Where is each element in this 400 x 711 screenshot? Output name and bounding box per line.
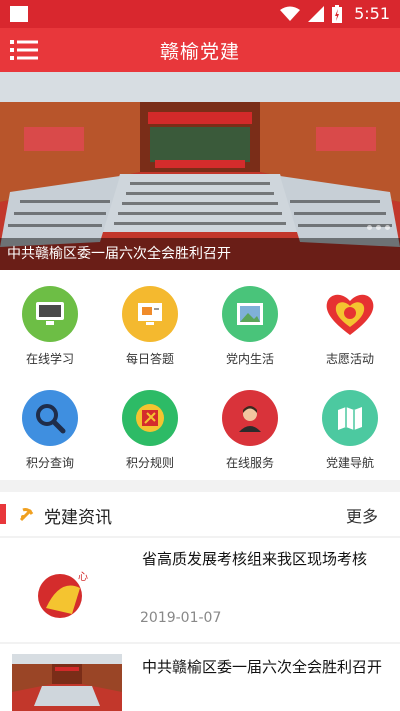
section-accent-bar: [0, 504, 6, 524]
status-bar: 5:51: [0, 0, 400, 28]
grid-item-label: 党建导航: [325, 456, 374, 470]
picture-icon: [237, 303, 263, 325]
news-thumbnail: [12, 654, 122, 711]
svg-text:心: 心: [78, 571, 88, 583]
news-headline: 省高质发展考核组来我区现场考核: [142, 550, 368, 568]
grid-item-label: 志愿活动: [325, 352, 374, 366]
map-icon: [338, 407, 362, 430]
banner-caption: 中共赣榆区委一届六次全会胜利召开: [0, 238, 400, 270]
banner-carousel[interactable]: 中共赣榆区委一届六次全会胜利召开: [0, 72, 400, 270]
grid-item-daily-quiz[interactable]: 每日答题: [100, 270, 200, 374]
carousel-indicator: [367, 225, 390, 230]
app-bar: 赣榆党建: [0, 28, 400, 72]
grid-item-label: 在线学习: [25, 352, 74, 366]
grid-item-volunteer[interactable]: 志愿活动: [300, 270, 400, 374]
function-grid: 在线学习 每日答题 党内生活 志愿活动 积分查询 积分规则 在线服务 党建导航: [0, 270, 400, 480]
grid-item-party-life[interactable]: 党内生活: [200, 270, 300, 374]
grid-item-points-rules[interactable]: 积分规则: [100, 374, 200, 478]
heart-emblem-icon: [326, 294, 374, 335]
notification-icon: [10, 6, 28, 22]
app-title: 赣榆党建: [159, 41, 240, 63]
quiz-icon: [138, 303, 162, 325]
computer-icon: [36, 302, 64, 325]
news-section-header: 党建资讯 更多: [0, 492, 400, 536]
agent-icon: [239, 406, 261, 432]
grid-item-online-study[interactable]: 在线学习: [0, 270, 100, 374]
grid-item-label: 每日答题: [125, 352, 174, 366]
signal-icon: [308, 6, 324, 22]
grid-item-label: 积分规则: [125, 456, 174, 470]
grid-item-online-service[interactable]: 在线服务: [200, 374, 300, 478]
grid-item-label: 党内生活: [225, 352, 274, 366]
news-headline: 中共赣榆区委一届六次全会胜利召开: [142, 658, 383, 676]
section-title: 党建资讯: [44, 508, 112, 528]
more-link[interactable]: 更多: [346, 503, 378, 527]
grid-item-label: 积分查询: [25, 456, 74, 470]
clock: 5:51: [354, 4, 390, 23]
news-item[interactable]: 中共赣榆区委一届六次全会胜利召开: [0, 644, 400, 711]
search-icon: [36, 404, 66, 434]
news-thumbnail: 心: [12, 550, 122, 630]
grid-item-points-query[interactable]: 积分查询: [0, 374, 100, 478]
party-emblem-icon: [19, 508, 34, 522]
news-item[interactable]: 心 省高质发展考核组来我区现场考核 2019-01-07: [0, 538, 400, 642]
party-emblem-icon: [136, 404, 164, 432]
grid-item-party-navigation[interactable]: 党建导航: [300, 374, 400, 478]
battery-icon: [332, 5, 342, 23]
news-date: 2019-01-07: [140, 610, 222, 626]
wifi-icon: [280, 6, 300, 21]
grid-item-label: 在线服务: [225, 456, 274, 470]
